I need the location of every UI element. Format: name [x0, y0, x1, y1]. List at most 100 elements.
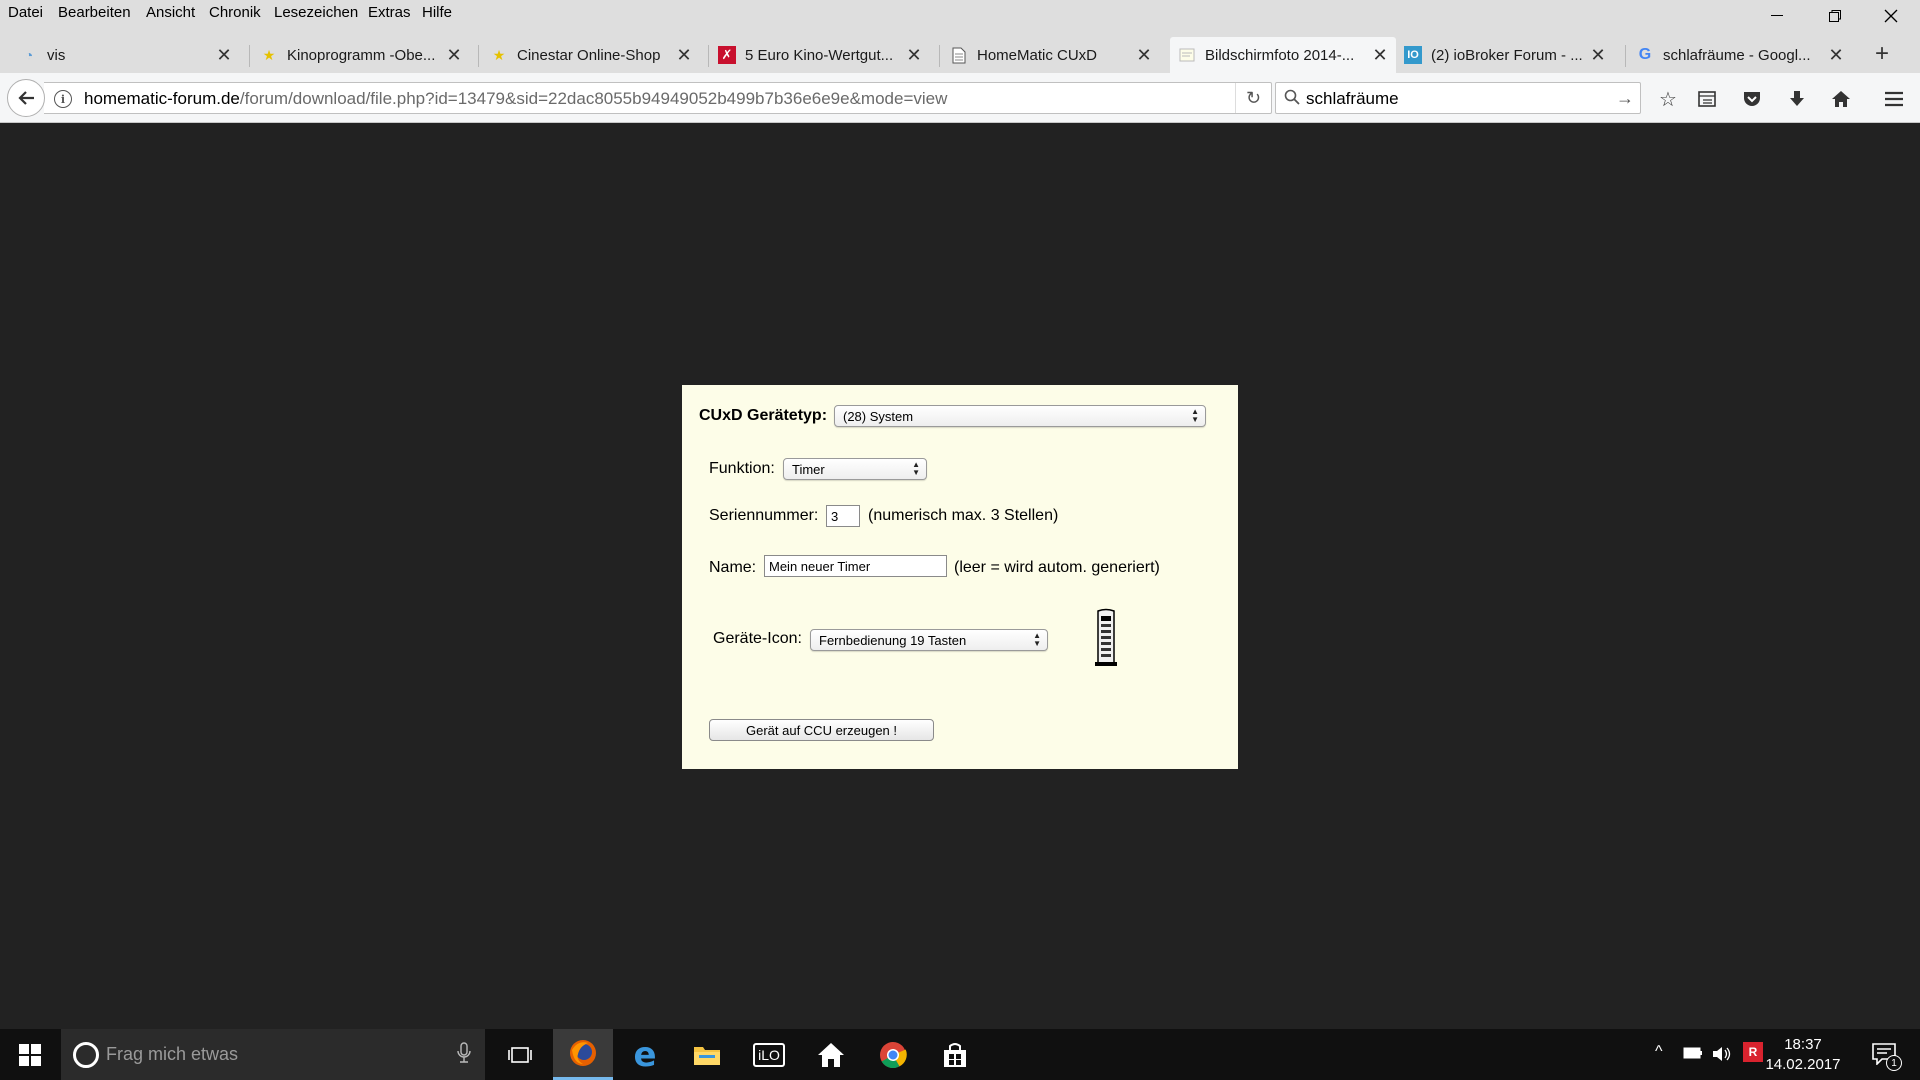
menu-datei[interactable]: Datei — [8, 4, 43, 21]
serial-input: 3 — [826, 505, 860, 527]
tab-homematic-cuxd[interactable]: HomeMatic CUxD ✕ — [950, 37, 1160, 73]
menu-bar: Datei Bearbeiten Ansicht Chronik Lesezei… — [0, 0, 1920, 27]
firefox-icon — [570, 1040, 596, 1066]
volume-icon[interactable] — [1712, 1045, 1732, 1063]
menu-lesezeichen[interactable]: Lesezeichen — [274, 4, 358, 21]
tab-google-search[interactable]: G schlafräume - Googl... ✕ — [1636, 37, 1852, 73]
menu-chronik[interactable]: Chronik — [209, 4, 261, 21]
navigation-toolbar: i homematic-forum.de/forum/download/file… — [0, 73, 1920, 123]
bookmarks-menu-button[interactable] — [1693, 85, 1721, 113]
reload-icon: ↻ — [1245, 87, 1262, 108]
tab-bildschirmfoto[interactable]: Bildschirmfoto 2014-... ✕ — [1170, 37, 1396, 73]
taskbar-file-explorer[interactable] — [677, 1029, 737, 1080]
content-area: CUxD Gerätetyp: (28) System ▲ ▼ Funktion:… — [0, 124, 1920, 1029]
notification-count-badge: 1 — [1886, 1055, 1902, 1071]
edge-icon: e — [633, 1034, 657, 1075]
pocket-icon — [1744, 92, 1760, 106]
url-host: homematic-forum.de — [84, 89, 240, 108]
select-arrows-icon: ▲ ▼ — [912, 460, 920, 477]
menu-hilfe[interactable]: Hilfe — [422, 4, 452, 21]
function-value: Timer — [792, 461, 825, 477]
tab-title: Cinestar Online-Shop — [517, 46, 661, 64]
close-tab-icon[interactable]: ✕ — [1588, 45, 1608, 65]
home-button[interactable] — [1827, 85, 1855, 113]
function-select: Timer ▲ ▼ — [783, 458, 927, 480]
close-tab-icon[interactable]: ✕ — [1370, 45, 1390, 65]
back-button[interactable] — [7, 79, 45, 117]
taskbar-store[interactable] — [925, 1029, 985, 1080]
info-icon[interactable]: i — [54, 90, 72, 108]
close-tab-icon[interactable]: ✕ — [1134, 45, 1154, 65]
system-clock[interactable]: 18:37 14.02.2017 — [1760, 1035, 1846, 1075]
close-tab-icon[interactable]: ✕ — [674, 45, 694, 65]
search-go-icon[interactable]: → — [1616, 88, 1634, 109]
taskbar: Frag mich etwas e iLO ^ R 18:37 14.02.20… — [0, 1029, 1920, 1080]
close-tab-icon[interactable]: ✕ — [214, 45, 234, 65]
tab-cinestar[interactable]: ★ Cinestar Online-Shop ✕ — [490, 37, 700, 73]
search-input[interactable]: schlafräume — [1306, 89, 1399, 109]
name-hint: (leer = wird autom. generiert) — [954, 559, 1160, 576]
close-tab-icon[interactable]: ✕ — [904, 45, 924, 65]
close-tab-icon[interactable]: ✕ — [444, 45, 464, 65]
taskbar-firefox[interactable] — [553, 1029, 613, 1080]
serial-value: 3 — [831, 508, 839, 524]
star-outline-icon: ☆ — [1659, 88, 1677, 111]
microphone-icon[interactable] — [457, 1042, 471, 1064]
home-icon — [1832, 91, 1850, 107]
start-button[interactable] — [0, 1029, 60, 1080]
star-icon: ★ — [262, 46, 276, 63]
remote-control-icon — [1095, 608, 1117, 666]
function-label: Funktion: — [709, 460, 775, 477]
create-device-button: Gerät auf CCU erzeugen ! — [709, 719, 934, 741]
url-bar[interactable]: i homematic-forum.de/forum/download/file… — [44, 82, 1272, 114]
image-icon — [1178, 46, 1196, 64]
taskbar-edge[interactable]: e — [615, 1029, 675, 1080]
cortana-placeholder: Frag mich etwas — [106, 1044, 239, 1064]
pocket-button[interactable] — [1738, 85, 1766, 113]
google-icon: G — [1638, 46, 1652, 63]
taskbar-home-app[interactable] — [801, 1029, 861, 1080]
tab-iobroker-forum[interactable]: IO (2) ioBroker Forum - ... ✕ — [1404, 37, 1614, 73]
name-input: Mein neuer Timer — [764, 555, 947, 577]
plus-icon: + — [1874, 40, 1889, 67]
tab-separator — [1625, 45, 1626, 67]
search-bar[interactable]: schlafräume → — [1275, 82, 1641, 114]
battery-icon[interactable] — [1683, 1047, 1703, 1059]
cortana-search-box[interactable]: Frag mich etwas — [61, 1029, 485, 1080]
cuxd-screenshot-image[interactable]: CUxD Gerätetyp: (28) System ▲ ▼ Funktion:… — [682, 385, 1238, 769]
menu-extras[interactable]: Extras — [368, 4, 411, 21]
download-arrow-icon — [1790, 91, 1804, 106]
tab-kino-wertgutschein[interactable]: ✗ 5 Euro Kino-Wertgut... ✕ — [718, 37, 930, 73]
name-value: Mein neuer Timer — [769, 558, 871, 574]
action-center-button[interactable]: 1 — [1864, 1039, 1904, 1071]
device-icon-select: Fernbedienung 19 Tasten ▲ ▼ — [810, 629, 1048, 651]
arrow-left-icon — [18, 91, 34, 105]
folder-icon — [694, 1046, 720, 1065]
url-text[interactable]: homematic-forum.de/forum/download/file.p… — [84, 89, 947, 109]
task-view-icon — [508, 1046, 532, 1063]
tab-kinoprogramm[interactable]: ★ Kinoprogramm -Obe... ✕ — [260, 37, 470, 73]
new-tab-button[interactable]: + — [1864, 37, 1900, 71]
tab-strip: ◔ vis ✕ ★ Kinoprogramm -Obe... ✕ ★ Cines… — [0, 27, 1920, 73]
close-tab-icon[interactable]: ✕ — [1826, 45, 1846, 65]
tray-chevron-up-icon[interactable]: ^ — [1655, 1043, 1663, 1061]
downloads-button[interactable] — [1783, 85, 1811, 113]
reload-button[interactable]: ↻ — [1235, 83, 1271, 113]
select-arrows-icon: ▲ ▼ — [1033, 631, 1041, 648]
menu-ansicht[interactable]: Ansicht — [146, 4, 195, 21]
ilo-icon: iLO — [753, 1042, 785, 1067]
taskbar-ilo[interactable]: iLO — [739, 1029, 799, 1080]
tab-title: Bildschirmfoto 2014-... — [1205, 46, 1355, 64]
taskbar-chrome[interactable] — [863, 1029, 923, 1080]
task-view-button[interactable] — [490, 1029, 550, 1080]
house-icon — [818, 1042, 844, 1067]
tab-title: schlafräume - Googl... — [1663, 46, 1811, 64]
minimize-icon — [1771, 15, 1783, 16]
menu-bearbeiten[interactable]: Bearbeiten — [58, 4, 131, 21]
tab-vis[interactable]: ◔ vis ✕ — [20, 37, 240, 73]
device-type-select: (28) System ▲ ▼ — [834, 405, 1206, 427]
cortana-icon — [73, 1042, 99, 1068]
menu-button[interactable] — [1880, 85, 1908, 113]
tab-separator — [478, 45, 479, 67]
bookmark-star-button[interactable]: ☆ — [1654, 85, 1682, 113]
